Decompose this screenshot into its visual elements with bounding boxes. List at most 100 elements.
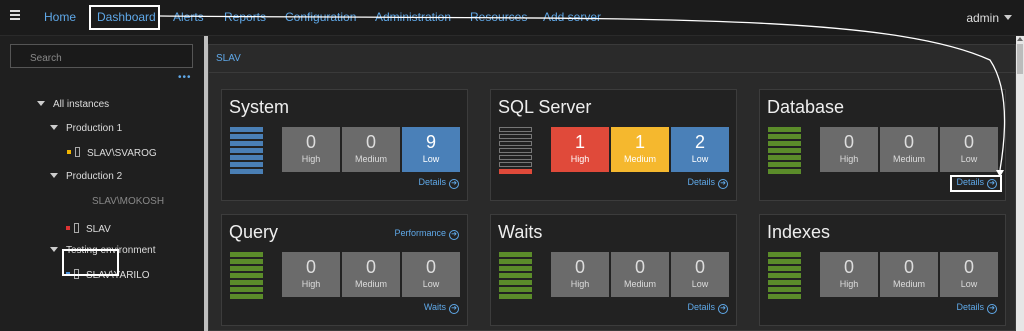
card-query: Query 0 High 0 Medium 0 Low Waits ➜ Performance ➜	[221, 214, 468, 326]
severity-label: Medium	[354, 154, 387, 164]
tree-group[interactable]: Production 1	[50, 123, 122, 134]
menu-icon[interactable]	[10, 10, 20, 20]
chevron-down-icon	[1004, 15, 1012, 20]
severity-count: 0	[634, 257, 645, 277]
health-bars	[768, 252, 801, 301]
card-sql-server: SQL Server 1 High 1 Medium 2 Low Details ➜	[490, 89, 737, 201]
severity-count: 0	[425, 257, 436, 277]
nav-administration[interactable]: Administration	[375, 10, 451, 24]
scrollbar[interactable]	[1016, 36, 1024, 331]
tree-server[interactable]: SLAV\MOKOSH	[92, 196, 164, 207]
user-menu[interactable]: admin	[966, 11, 1012, 25]
severity-tile-low[interactable]: 2 Low	[671, 127, 729, 172]
severity-count: 0	[694, 257, 705, 277]
severity-tile-low[interactable]: 9 Low	[402, 127, 460, 172]
arrow-right-icon: ➜	[449, 179, 459, 189]
arrow-right-icon: ➜	[718, 179, 728, 189]
nav-home[interactable]: Home	[44, 10, 76, 24]
tree-label: SLAV\MOKOSH	[92, 196, 165, 207]
severity-label: Medium	[892, 154, 925, 164]
arrow-right-icon: ➜	[449, 230, 459, 240]
health-bars	[230, 127, 263, 176]
severity-tile-low[interactable]: 0 Low	[671, 252, 729, 297]
severity-tile-medium[interactable]: 0 Medium	[342, 252, 400, 297]
severity-tile-high[interactable]: 1 High	[551, 127, 609, 172]
card-system: System 0 High 0 Medium 9 Low Details ➜	[221, 89, 468, 201]
severity-tile-high[interactable]: 0 High	[282, 127, 340, 172]
tree-server[interactable]: SLAV	[66, 223, 111, 235]
tree-label: SLAV\SVAROG	[87, 148, 157, 159]
severity-count: 0	[903, 257, 914, 277]
severity-count: 0	[963, 132, 974, 152]
severity-tile-low[interactable]: 0 Low	[940, 252, 998, 297]
severity-label: High	[301, 154, 321, 164]
severity-label: High	[301, 279, 321, 289]
severity-tile-high[interactable]: 0 High	[820, 127, 878, 172]
severity-count: 0	[963, 257, 974, 277]
top-navbar: Home Dashboard Alerts Reports Configuration A…	[0, 0, 1024, 36]
severity-count: 0	[305, 257, 316, 277]
nav-alerts[interactable]: Alerts	[173, 10, 204, 24]
panel-title: SLAV	[216, 53, 241, 64]
arrow-right-icon: ➜	[718, 304, 728, 314]
severity-tile-medium[interactable]: 0 Medium	[880, 252, 938, 297]
severity-count: 0	[305, 132, 316, 152]
arrow-right-icon: ➜	[449, 304, 459, 314]
active-tab-highlight	[89, 5, 160, 30]
card-title: Indexes	[767, 222, 831, 242]
status-dot-icon	[66, 226, 70, 230]
nav-resources[interactable]: Resources	[470, 10, 527, 24]
severity-label: Medium	[892, 279, 925, 289]
severity-count: 9	[425, 132, 436, 152]
severity-tile-high[interactable]: 0 High	[820, 252, 878, 297]
details-link[interactable]: Details ➜	[956, 302, 997, 314]
severity-count: 1	[634, 132, 645, 152]
severity-count: 0	[843, 132, 854, 152]
waits-link[interactable]: Waits ➜	[424, 302, 459, 314]
expand-icon[interactable]	[50, 173, 58, 178]
severity-label: Low	[960, 154, 978, 164]
tree-label: Production 1	[66, 123, 123, 134]
severity-count: 0	[365, 132, 376, 152]
health-bars	[768, 127, 801, 176]
severity-tile-high[interactable]: 0 High	[282, 252, 340, 297]
severity-label: Low	[422, 279, 440, 289]
search-input[interactable]	[10, 44, 193, 68]
tree-group[interactable]: Production 2	[50, 171, 122, 182]
details-link[interactable]: Details ➜	[418, 177, 459, 189]
nav-configuration[interactable]: Configuration	[285, 10, 356, 24]
nav-reports[interactable]: Reports	[224, 10, 266, 24]
health-bars	[499, 252, 532, 301]
details-link[interactable]: Details ➜	[687, 177, 728, 189]
severity-label: High	[839, 279, 859, 289]
expand-icon[interactable]	[50, 247, 58, 252]
nav-add-server[interactable]: Add server	[543, 10, 601, 24]
severity-tile-high[interactable]: 0 High	[551, 252, 609, 297]
status-dot-icon	[67, 150, 71, 154]
card-title: SQL Server	[498, 97, 592, 117]
card-title: Query	[229, 222, 279, 242]
severity-count: 1	[574, 132, 585, 152]
severity-tile-medium[interactable]: 0 Medium	[880, 127, 938, 172]
severity-tile-low[interactable]: 0 Low	[940, 127, 998, 172]
expand-icon[interactable]	[50, 125, 58, 130]
severity-tile-medium[interactable]: 1 Medium	[611, 127, 669, 172]
sidebar: ••• All instances Production 1 SLAV\SVAROG…	[0, 36, 204, 331]
severity-label: Medium	[623, 279, 656, 289]
tree-group[interactable]: All instances	[37, 99, 109, 110]
severity-count: 0	[903, 132, 914, 152]
tree-label: Production 2	[66, 171, 123, 182]
details-link[interactable]: Details ➜	[687, 302, 728, 314]
expand-icon[interactable]	[37, 101, 45, 106]
severity-tile-low[interactable]: 0 Low	[402, 252, 460, 297]
tree-server[interactable]: SLAV\SVAROG	[67, 147, 157, 159]
more-options-icon[interactable]: •••	[178, 72, 192, 83]
severity-tile-medium[interactable]: 0 Medium	[342, 127, 400, 172]
card-waits: Waits 0 High 0 Medium 0 Low Details ➜	[490, 214, 737, 326]
performance-link[interactable]: Performance ➜	[394, 228, 459, 240]
severity-label: Low	[960, 279, 978, 289]
severity-tile-medium[interactable]: 0 Medium	[611, 252, 669, 297]
card-title: Waits	[498, 222, 543, 242]
severity-label: Low	[691, 279, 709, 289]
card-indexes: Indexes 0 High 0 Medium 0 Low Details ➜	[759, 214, 1006, 326]
